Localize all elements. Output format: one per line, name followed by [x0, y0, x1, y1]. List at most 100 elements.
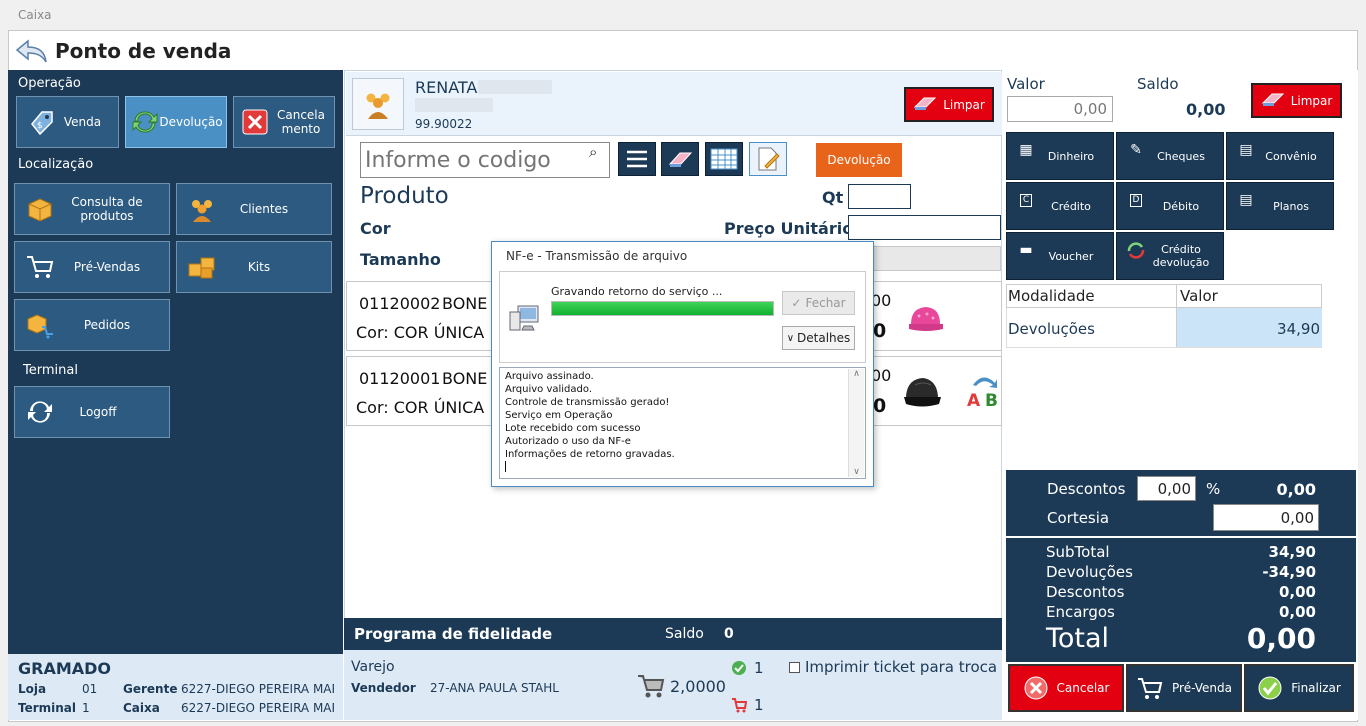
cortesia-label: Cortesia — [1047, 509, 1110, 527]
menu-button[interactable] — [618, 142, 656, 176]
descontos-input[interactable]: 0,00 — [1137, 476, 1196, 501]
check-icon: ✓ — [791, 296, 802, 310]
customer-name-redacted — [478, 80, 552, 94]
produto-label: Produto — [360, 183, 449, 209]
qt-input[interactable] — [848, 184, 911, 209]
planos-label: Planos — [1273, 199, 1309, 213]
terminal-value: 1 — [82, 701, 90, 715]
customer-clear-label: Limpar — [943, 97, 985, 112]
ab-replace-icon[interactable]: AB — [965, 373, 1001, 409]
row-modalidade: Devoluções — [1008, 320, 1095, 338]
voucher-button[interactable]: ▬ Voucher — [1006, 232, 1114, 280]
pedidos-button[interactable]: Pedidos — [14, 299, 170, 351]
cancelar-button[interactable]: Cancelar — [1008, 664, 1124, 712]
preco-unitario-input[interactable] — [848, 215, 1001, 240]
payment-clear-label: Limpar — [1290, 93, 1333, 108]
pink-cap-icon — [909, 307, 943, 331]
finalizar-button[interactable]: Finalizar — [1244, 664, 1354, 712]
ticket-label: Imprimir ticket para troca — [805, 658, 998, 676]
customer-clear-button[interactable]: Limpar — [904, 87, 994, 122]
kits-button[interactable]: Kits — [176, 241, 332, 293]
saldo-value: 0,00 — [1186, 100, 1226, 119]
consulta-produtos-button[interactable]: Consulta de produtos — [14, 183, 170, 235]
dinheiro-button[interactable]: ▦ Dinheiro — [1006, 132, 1114, 180]
log-line: Serviço em Operação — [505, 410, 613, 421]
loja-value: 01 — [82, 682, 98, 696]
encargos-value: 0,00 — [1278, 603, 1316, 621]
people-icon — [187, 194, 217, 224]
dialog-detalhes-label: Detalhes — [797, 331, 851, 345]
plan-sheet-icon: ▤ — [1239, 191, 1253, 208]
product-code-input[interactable] — [360, 142, 610, 178]
cheques-button[interactable]: ✎ Cheques — [1116, 132, 1224, 180]
subtotal-value: 34,90 — [1268, 543, 1316, 561]
valor-input[interactable]: 0,00 — [1007, 96, 1113, 122]
terminal-label: Terminal — [18, 701, 77, 715]
venda-button[interactable]: $ Venda — [16, 96, 119, 148]
ticket-checkbox[interactable] — [789, 662, 800, 673]
log-line: Lote recebido com sucesso — [505, 423, 641, 434]
pre-vendas-button[interactable]: Pré-Vendas — [14, 241, 170, 293]
dialog-fechar-button[interactable]: ✓ Fechar — [782, 291, 855, 315]
dialog-progress-track — [551, 301, 774, 316]
clientes-button[interactable]: Clientes — [176, 183, 332, 235]
erase-button[interactable] — [661, 142, 699, 176]
planos-button[interactable]: ▤ Planos — [1226, 182, 1334, 230]
debito-label: Débito — [1162, 199, 1200, 213]
scroll-down-icon[interactable]: ∨ — [849, 467, 864, 477]
dialog-log-textarea[interactable]: Arquivo assinado. Arquivo validado. Cont… — [499, 367, 866, 479]
item-value-top: 00 — [871, 291, 892, 310]
kits-label: Kits — [247, 260, 271, 274]
scroll-up-icon[interactable]: ∧ — [849, 369, 864, 379]
total-value: 0,00 — [1246, 622, 1316, 655]
credit-card-icon: C — [1015, 191, 1037, 209]
back-arrow-icon[interactable] — [14, 38, 48, 64]
logoff-refresh-icon — [25, 397, 55, 427]
devolucao-mode-button[interactable]: Devolução — [816, 143, 902, 177]
customer-code: 99.90022 — [415, 117, 473, 131]
price-tag-icon: $ — [27, 107, 57, 137]
document-edit-icon — [758, 147, 780, 171]
cancelamento-button[interactable]: Cancela mento — [233, 96, 335, 148]
eraser-icon — [668, 152, 693, 167]
col-modalidade: Modalidade — [1008, 287, 1095, 305]
payment-clear-button[interactable]: Limpar — [1251, 83, 1342, 118]
svg-text:A: A — [967, 391, 981, 409]
percent-symbol: % — [1206, 480, 1221, 498]
red-cart-icon — [732, 698, 747, 713]
section-localizacao-label: Localização — [18, 157, 94, 172]
item-code: 01120001 — [359, 369, 441, 388]
pre-venda-button[interactable]: Pré-Venda — [1126, 664, 1242, 712]
credito-button[interactable]: C Crédito — [1006, 182, 1114, 230]
clipboard-icon: ▤ — [1239, 141, 1253, 158]
caixa-label: Caixa — [123, 701, 160, 715]
credito-devolucao-button[interactable]: Crédito devolução — [1116, 232, 1224, 280]
cancelamento-label-line2: mento — [281, 122, 321, 136]
dialog-log-scrollbar[interactable]: ∧ ∨ — [848, 369, 864, 477]
cor-label: Cor — [360, 219, 391, 238]
dialog-detalhes-button[interactable]: ∨ Detalhes — [782, 326, 855, 350]
logoff-button[interactable]: Logoff — [14, 386, 170, 438]
caixa-value: 6227-DIEGO PEREIRA MARTINS — [181, 701, 334, 715]
section-terminal-label: Terminal — [23, 363, 78, 378]
edit-document-button[interactable] — [749, 142, 787, 176]
black-cap-icon — [904, 378, 941, 407]
debito-button[interactable]: D Débito — [1116, 182, 1224, 230]
item-code: 01120002 — [359, 294, 441, 313]
grid-button[interactable] — [705, 142, 743, 176]
log-line: Autorizado o uso da NF-e — [505, 436, 631, 447]
cortesia-input[interactable]: 0,00 — [1213, 504, 1319, 531]
search-icon[interactable]: ⌕ — [589, 143, 597, 161]
preco-unitario-label: Preço Unitário — [724, 219, 854, 238]
return-credit-icon — [1125, 241, 1147, 259]
text-cursor — [505, 461, 506, 472]
convenio-button[interactable]: ▤ Convênio — [1226, 132, 1334, 180]
cancel-x-icon — [240, 107, 270, 137]
eraser-icon — [913, 95, 937, 114]
cash-register-icon: ▦ — [1019, 141, 1033, 158]
devolucao-button[interactable]: Devolução — [125, 96, 227, 148]
cancelar-label: Cancelar — [1056, 681, 1110, 695]
descontos2-label: Descontos — [1046, 583, 1125, 601]
customer-avatar-icon[interactable] — [352, 78, 404, 130]
row-valor: 34,90 — [1277, 320, 1320, 338]
